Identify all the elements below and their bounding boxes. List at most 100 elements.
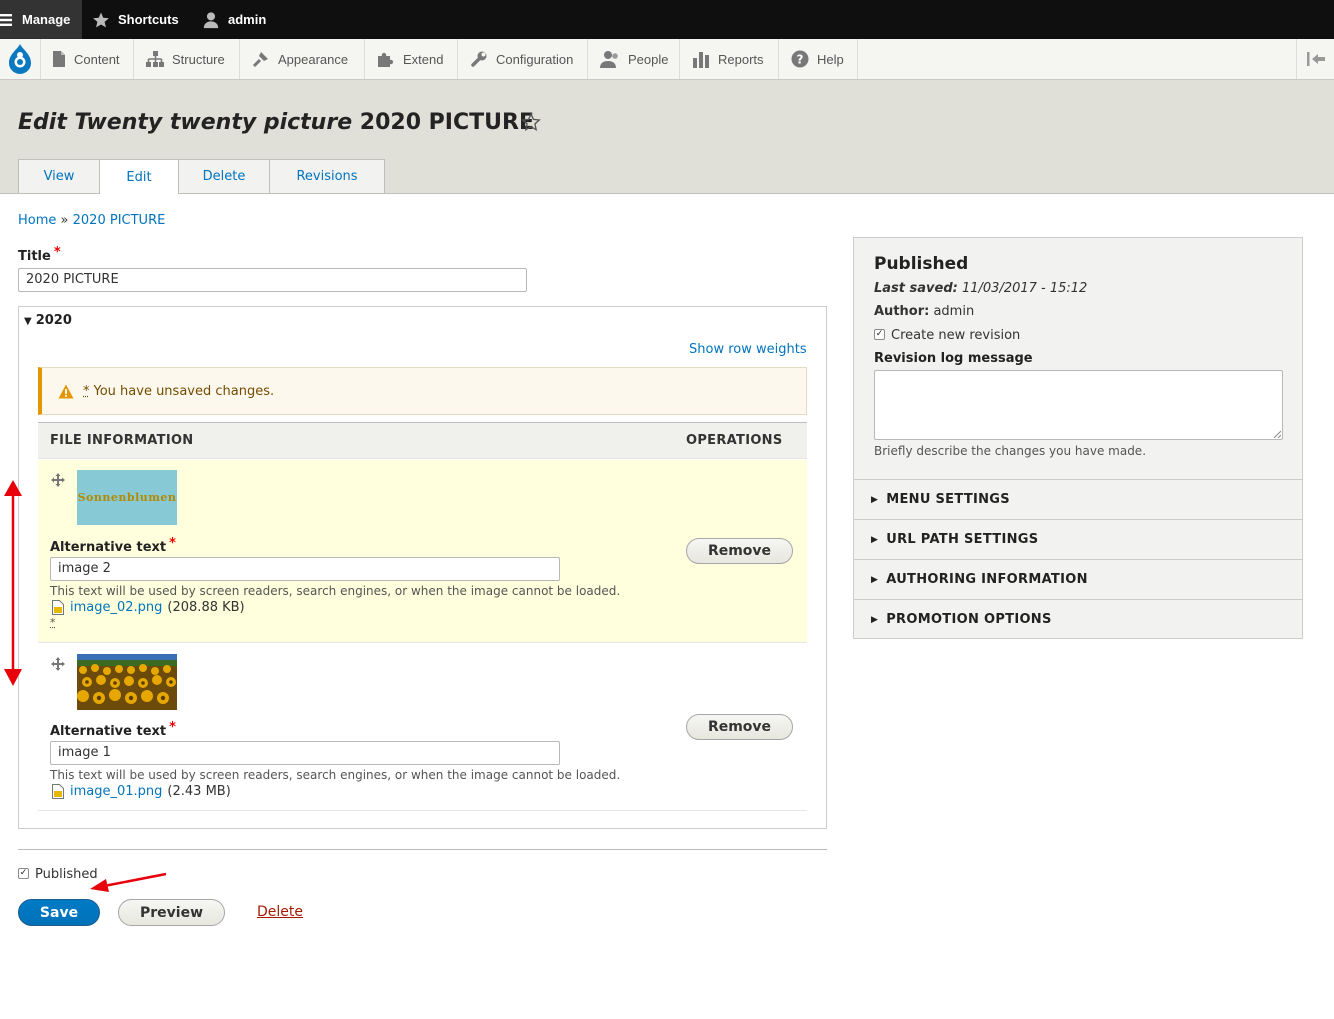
file-link-row: image_02.png (208.88 KB) — [52, 600, 245, 615]
menu-configuration[interactable]: Configuration — [458, 39, 588, 79]
save-button[interactable]: Save — [18, 899, 100, 926]
triangle-down-icon: ▼ — [24, 316, 32, 327]
publish-status: Published — [874, 254, 969, 274]
new-revision-checkbox[interactable]: ✓ — [874, 329, 885, 340]
sunflower-thumbnail[interactable] — [77, 654, 177, 710]
title-input[interactable]: 2020 PICTURE — [18, 268, 527, 292]
alt-text-label: Alternative text * — [50, 536, 176, 555]
collapse-tray-icon — [1307, 52, 1325, 66]
file-link-row: image_01.png (2.43 MB) — [52, 784, 231, 799]
tab-delete[interactable]: Delete — [178, 159, 270, 193]
toolbar-tray: Content Structure Appearance Extend Conf… — [0, 39, 1334, 80]
preview-button[interactable]: Preview — [118, 899, 225, 926]
resize-handle-icon[interactable] — [1273, 430, 1281, 438]
tab-edit[interactable]: Edit — [99, 159, 179, 194]
table-row: Sonnenblumen Alternative text * image 2 T… — [38, 460, 807, 643]
menu-appearance[interactable]: Appearance — [240, 39, 365, 79]
user-toggle[interactable]: admin — [202, 0, 266, 39]
vertical-double-arrow-annotation — [4, 480, 22, 686]
section-promotion-options[interactable]: ▶ PROMOTION OPTIONS — [853, 599, 1303, 639]
remove-button[interactable]: Remove — [686, 538, 793, 564]
fieldset-legend[interactable]: ▼ 2020 — [24, 313, 72, 328]
published-checkbox[interactable]: ✓ — [18, 868, 29, 879]
breadcrumb-current[interactable]: 2020 PICTURE — [73, 213, 166, 228]
image-file-icon — [52, 600, 64, 615]
reports-icon — [693, 52, 709, 68]
drag-handle-icon[interactable] — [51, 473, 65, 487]
menu-extend[interactable]: Extend — [365, 39, 458, 79]
breadcrumb: Home » 2020 PICTURE — [18, 213, 165, 228]
section-url-path-settings[interactable]: ▶ URL PATH SETTINGS — [853, 519, 1303, 559]
delete-link[interactable]: Delete — [257, 904, 303, 920]
menu-content[interactable]: Content — [40, 39, 134, 79]
menu-appearance-label: Appearance — [278, 51, 349, 67]
file-size: (208.88 KB) — [167, 600, 245, 615]
page-title: Edit Twenty twenty picture 2020 PICTURE — [18, 110, 534, 135]
author-value: admin — [933, 304, 975, 319]
shortcuts-toggle[interactable]: Shortcuts — [92, 0, 179, 39]
triangle-right-icon: ▶ — [871, 574, 879, 585]
menu-structure-label: Structure — [172, 51, 225, 67]
triangle-right-icon: ▶ — [871, 534, 879, 545]
svg-text:?: ? — [797, 53, 804, 67]
drupal-logo[interactable] — [0, 39, 41, 79]
alt-text-input[interactable]: image 1 — [50, 741, 560, 765]
file-link[interactable]: image_02.png — [70, 600, 162, 615]
section-menu-settings[interactable]: ▶ MENU SETTINGS — [853, 479, 1303, 519]
alt-text-description: This text will be used by screen readers… — [50, 768, 621, 782]
admin-toolbar: Manage Shortcuts admin — [0, 0, 1334, 39]
new-revision-label: Create new revision — [891, 328, 1021, 343]
col-file-info: FILE INFORMATION — [50, 433, 194, 448]
menu-configuration-label: Configuration — [496, 51, 574, 67]
page-title-italic: Edit Twenty twenty picture — [18, 110, 353, 135]
appearance-icon — [252, 52, 268, 68]
orientation-toggle[interactable] — [1296, 39, 1334, 79]
alt-text-label: Alternative text * — [50, 720, 176, 739]
section-authoring-information[interactable]: ▶ AUTHORING INFORMATION — [853, 559, 1303, 599]
last-saved-value: 11/03/2017 - 15:12 — [961, 281, 1088, 296]
shortcuts-label: Shortcuts — [118, 12, 179, 27]
menu-content-label: Content — [74, 51, 120, 67]
show-row-weights-link[interactable]: Show row weights — [689, 342, 807, 357]
table-row: Alternative text * image 1 This text will… — [38, 644, 807, 811]
manage-label: Manage — [22, 12, 71, 27]
alt-text-label-text: Alternative text — [50, 724, 167, 739]
menu-reports[interactable]: Reports — [680, 39, 779, 79]
menu-structure[interactable]: Structure — [134, 39, 240, 79]
tab-delete-label: Delete — [202, 169, 246, 184]
image-thumbnail[interactable]: Sonnenblumen — [77, 470, 177, 525]
required-marker: * — [53, 245, 61, 260]
tab-revisions[interactable]: Revisions — [269, 159, 385, 193]
revision-log-description: Briefly describe the changes you have ma… — [874, 444, 1147, 458]
file-link[interactable]: image_01.png — [70, 784, 162, 799]
alt-text-input[interactable]: image 2 — [50, 557, 560, 581]
manage-toggle[interactable]: Manage — [0, 0, 82, 39]
alt-text-description: This text will be used by screen readers… — [50, 584, 621, 598]
drupal-drop-icon — [9, 44, 31, 74]
last-saved-label: Last saved: — [874, 281, 958, 296]
triangle-right-icon: ▶ — [871, 614, 879, 625]
changed-marker: * — [50, 616, 56, 629]
people-icon — [600, 51, 618, 68]
menu-help[interactable]: ? Help — [779, 39, 858, 79]
remove-button[interactable]: Remove — [686, 714, 793, 740]
warning-icon — [58, 384, 74, 398]
menu-people[interactable]: People — [588, 39, 680, 79]
col-operations: OPERATIONS — [686, 433, 783, 448]
drag-handle-icon[interactable] — [51, 657, 65, 671]
tab-view[interactable]: View — [18, 159, 100, 193]
revision-log-label: Revision log message — [874, 351, 1033, 366]
breadcrumb-home[interactable]: Home — [18, 213, 56, 228]
menu-extend-label: Extend — [403, 51, 444, 67]
hamburger-icon — [0, 13, 12, 26]
structure-icon — [146, 51, 164, 67]
section-label: MENU SETTINGS — [886, 492, 1010, 507]
menu-people-label: People — [628, 51, 669, 67]
required-marker: * — [169, 720, 176, 735]
title-label-text: Title — [18, 249, 51, 264]
puzzle-icon — [378, 52, 394, 67]
revision-log-textarea[interactable] — [874, 370, 1283, 440]
warning-text: You have unsaved changes. — [93, 383, 275, 399]
favorite-star-icon[interactable] — [521, 112, 541, 132]
menu-help-label: Help — [817, 51, 844, 67]
